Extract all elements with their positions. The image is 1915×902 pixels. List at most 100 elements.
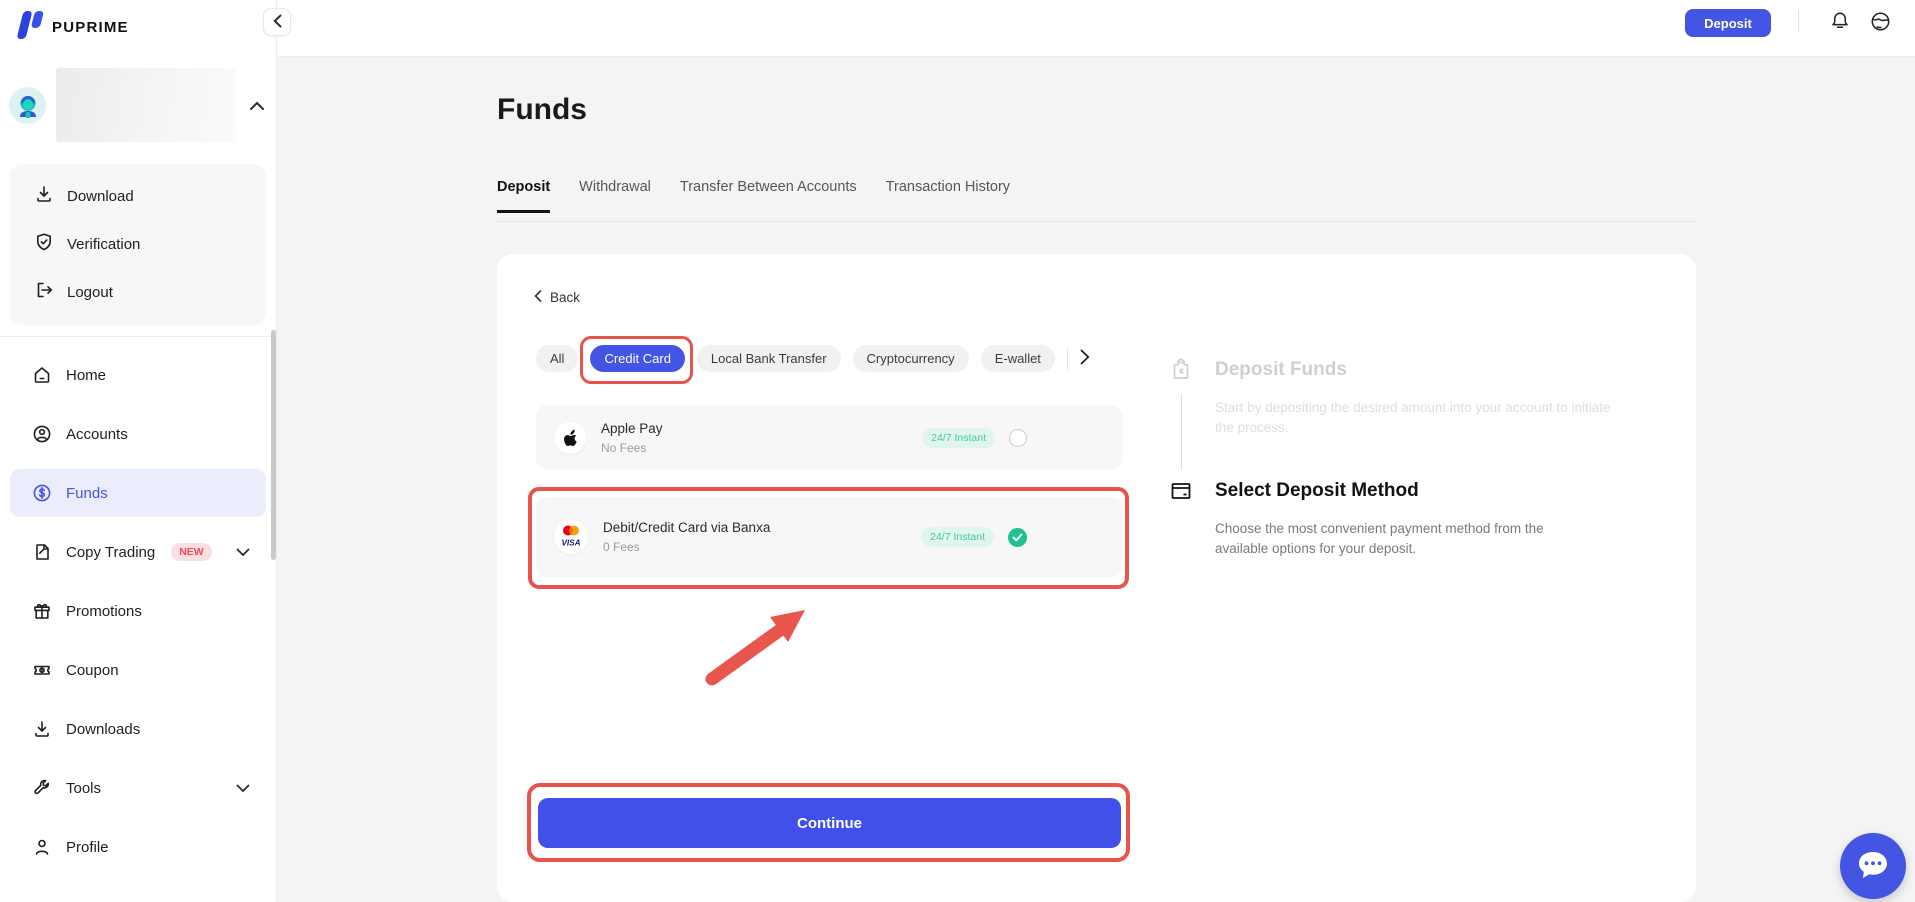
puprime-logo-icon [14, 9, 44, 46]
person-icon [32, 837, 52, 857]
sidebar: PUPRIME [0, 0, 277, 902]
sidebar-item-profile[interactable]: Profile [10, 823, 266, 871]
method-fees: 0 Fees [603, 540, 770, 554]
notifications-button[interactable] [1828, 10, 1852, 34]
sidebar-item-downloads[interactable]: Downloads [10, 705, 266, 753]
sidebar-item-promotions[interactable]: Promotions [10, 587, 266, 635]
gift-icon [32, 601, 52, 621]
sidebar-item-label: Home [66, 367, 106, 384]
sidebar-item-coupon[interactable]: Coupon [10, 646, 266, 694]
accounts-icon [32, 424, 52, 444]
sidebar-item-tools[interactable]: Tools [10, 764, 266, 812]
step-title-deposit-funds: Deposit Funds [1215, 359, 1347, 381]
chat-bubble-icon [1855, 848, 1891, 885]
filter-credit-card[interactable]: Credit Card [590, 345, 684, 372]
sidebar-collapse-button[interactable] [263, 8, 291, 36]
step-desc-deposit-funds: Start by depositing the desired amount i… [1215, 398, 1615, 437]
account-menu-group: Download Verification Logout [10, 164, 266, 325]
app-root: Deposit [0, 0, 1915, 902]
method-row-banxa[interactable]: VISA Debit/Credit Card via Banxa 0 Fees … [536, 497, 1123, 577]
method-fees: No Fees [601, 441, 663, 455]
sidebar-item-label: Verification [67, 236, 140, 253]
continue-label: Continue [797, 815, 862, 832]
back-button[interactable]: Back [534, 290, 580, 305]
sidebar-item-label: Tools [66, 780, 101, 797]
user-menu-toggle[interactable] [0, 60, 277, 126]
download-icon [34, 184, 54, 208]
tab-transfer-between-accounts[interactable]: Transfer Between Accounts [680, 179, 857, 213]
radio-unselected[interactable] [1009, 429, 1027, 447]
card-panel-icon [1168, 478, 1194, 504]
sidebar-item-copy-trading[interactable]: Copy Trading NEW [10, 528, 266, 576]
globe-icon [1869, 21, 1892, 36]
chat-button[interactable] [1840, 833, 1906, 899]
brand-logo: PUPRIME [14, 9, 129, 46]
sidebar-item-label: Profile [66, 839, 109, 856]
header-divider [1798, 10, 1799, 32]
chevron-down-icon [236, 780, 250, 797]
step-connector [1181, 394, 1182, 470]
sidebar-item-label: Coupon [66, 662, 119, 679]
step-title-select-method: Select Deposit Method [1215, 480, 1419, 502]
chevron-left-icon [273, 14, 282, 31]
sidebar-scrollbar[interactable] [271, 330, 276, 560]
chevron-down-icon [236, 544, 250, 561]
back-label: Back [550, 290, 580, 305]
sidebar-item-home[interactable]: Home [10, 351, 266, 399]
sidebar-item-verification[interactable]: Verification [10, 220, 266, 268]
main-content: Funds Deposit Withdrawal Transfer Betwee… [277, 57, 1915, 902]
svg-text:VISA: VISA [561, 539, 580, 548]
wrench-icon [32, 778, 52, 798]
sidebar-item-label: Accounts [66, 426, 128, 443]
header-deposit-button[interactable]: Deposit [1685, 9, 1771, 37]
sidebar-item-label: Logout [67, 284, 113, 301]
payment-filter-chips: All Credit Card Local Bank Transfer Cryp… [536, 345, 1092, 372]
clipboard-icon [1168, 357, 1194, 383]
filter-local-bank-transfer[interactable]: Local Bank Transfer [697, 345, 841, 372]
method-name: Apple Pay [601, 421, 663, 436]
sidebar-item-label: Funds [66, 485, 108, 502]
funds-dollar-icon [32, 483, 52, 503]
tab-withdrawal[interactable]: Withdrawal [579, 179, 651, 213]
radio-selected-check-icon[interactable] [1008, 528, 1027, 547]
tab-deposit[interactable]: Deposit [497, 179, 550, 213]
tab-transaction-history[interactable]: Transaction History [886, 179, 1010, 213]
filter-label: Credit Card [604, 351, 670, 366]
continue-button[interactable]: Continue [538, 798, 1121, 848]
sidebar-item-logout[interactable]: Logout [10, 268, 266, 316]
user-name-redacted [56, 68, 236, 142]
mastercard-visa-icon: VISA [554, 520, 588, 554]
filter-cryptocurrency[interactable]: Cryptocurrency [853, 345, 969, 372]
new-badge: NEW [171, 543, 212, 561]
sidebar-item-label: Download [67, 188, 134, 205]
sidebar-item-download[interactable]: Download [10, 172, 266, 220]
funds-tabs: Deposit Withdrawal Transfer Between Acco… [497, 179, 1010, 213]
downloads-icon [32, 719, 52, 739]
filter-all[interactable]: All [536, 345, 578, 372]
tabs-border [497, 221, 1696, 222]
chips-divider [1067, 348, 1068, 370]
apple-pay-icon [554, 422, 586, 454]
copy-trading-icon [32, 542, 52, 562]
shield-check-icon [34, 232, 54, 256]
sidebar-item-label: Downloads [66, 721, 140, 738]
sidebar-item-label: Copy Trading [66, 544, 155, 561]
sidebar-item-accounts[interactable]: Accounts [10, 410, 266, 458]
page-title: Funds [497, 93, 587, 127]
home-icon [32, 365, 52, 385]
sidebar-item-label: Promotions [66, 603, 142, 620]
chevron-left-icon [534, 290, 542, 305]
filters-scroll-right-button[interactable] [1078, 347, 1092, 370]
method-name: Debit/Credit Card via Banxa [603, 520, 770, 535]
brand-name: PUPRIME [52, 19, 129, 36]
sidebar-item-funds[interactable]: Funds [10, 469, 266, 517]
logout-icon [34, 280, 54, 304]
language-button[interactable] [1868, 10, 1892, 34]
filter-e-wallet[interactable]: E-wallet [981, 345, 1055, 372]
instant-badge: 24/7 Instant [921, 527, 994, 547]
sidebar-nav: Home Accounts Funds [10, 351, 266, 882]
deposit-card: Back All Credit Card Local Bank Transfer… [497, 254, 1696, 902]
instant-badge: 24/7 Instant [922, 428, 995, 448]
chevron-right-icon [1080, 353, 1090, 368]
method-row-apple-pay[interactable]: Apple Pay No Fees 24/7 Instant [536, 405, 1123, 470]
